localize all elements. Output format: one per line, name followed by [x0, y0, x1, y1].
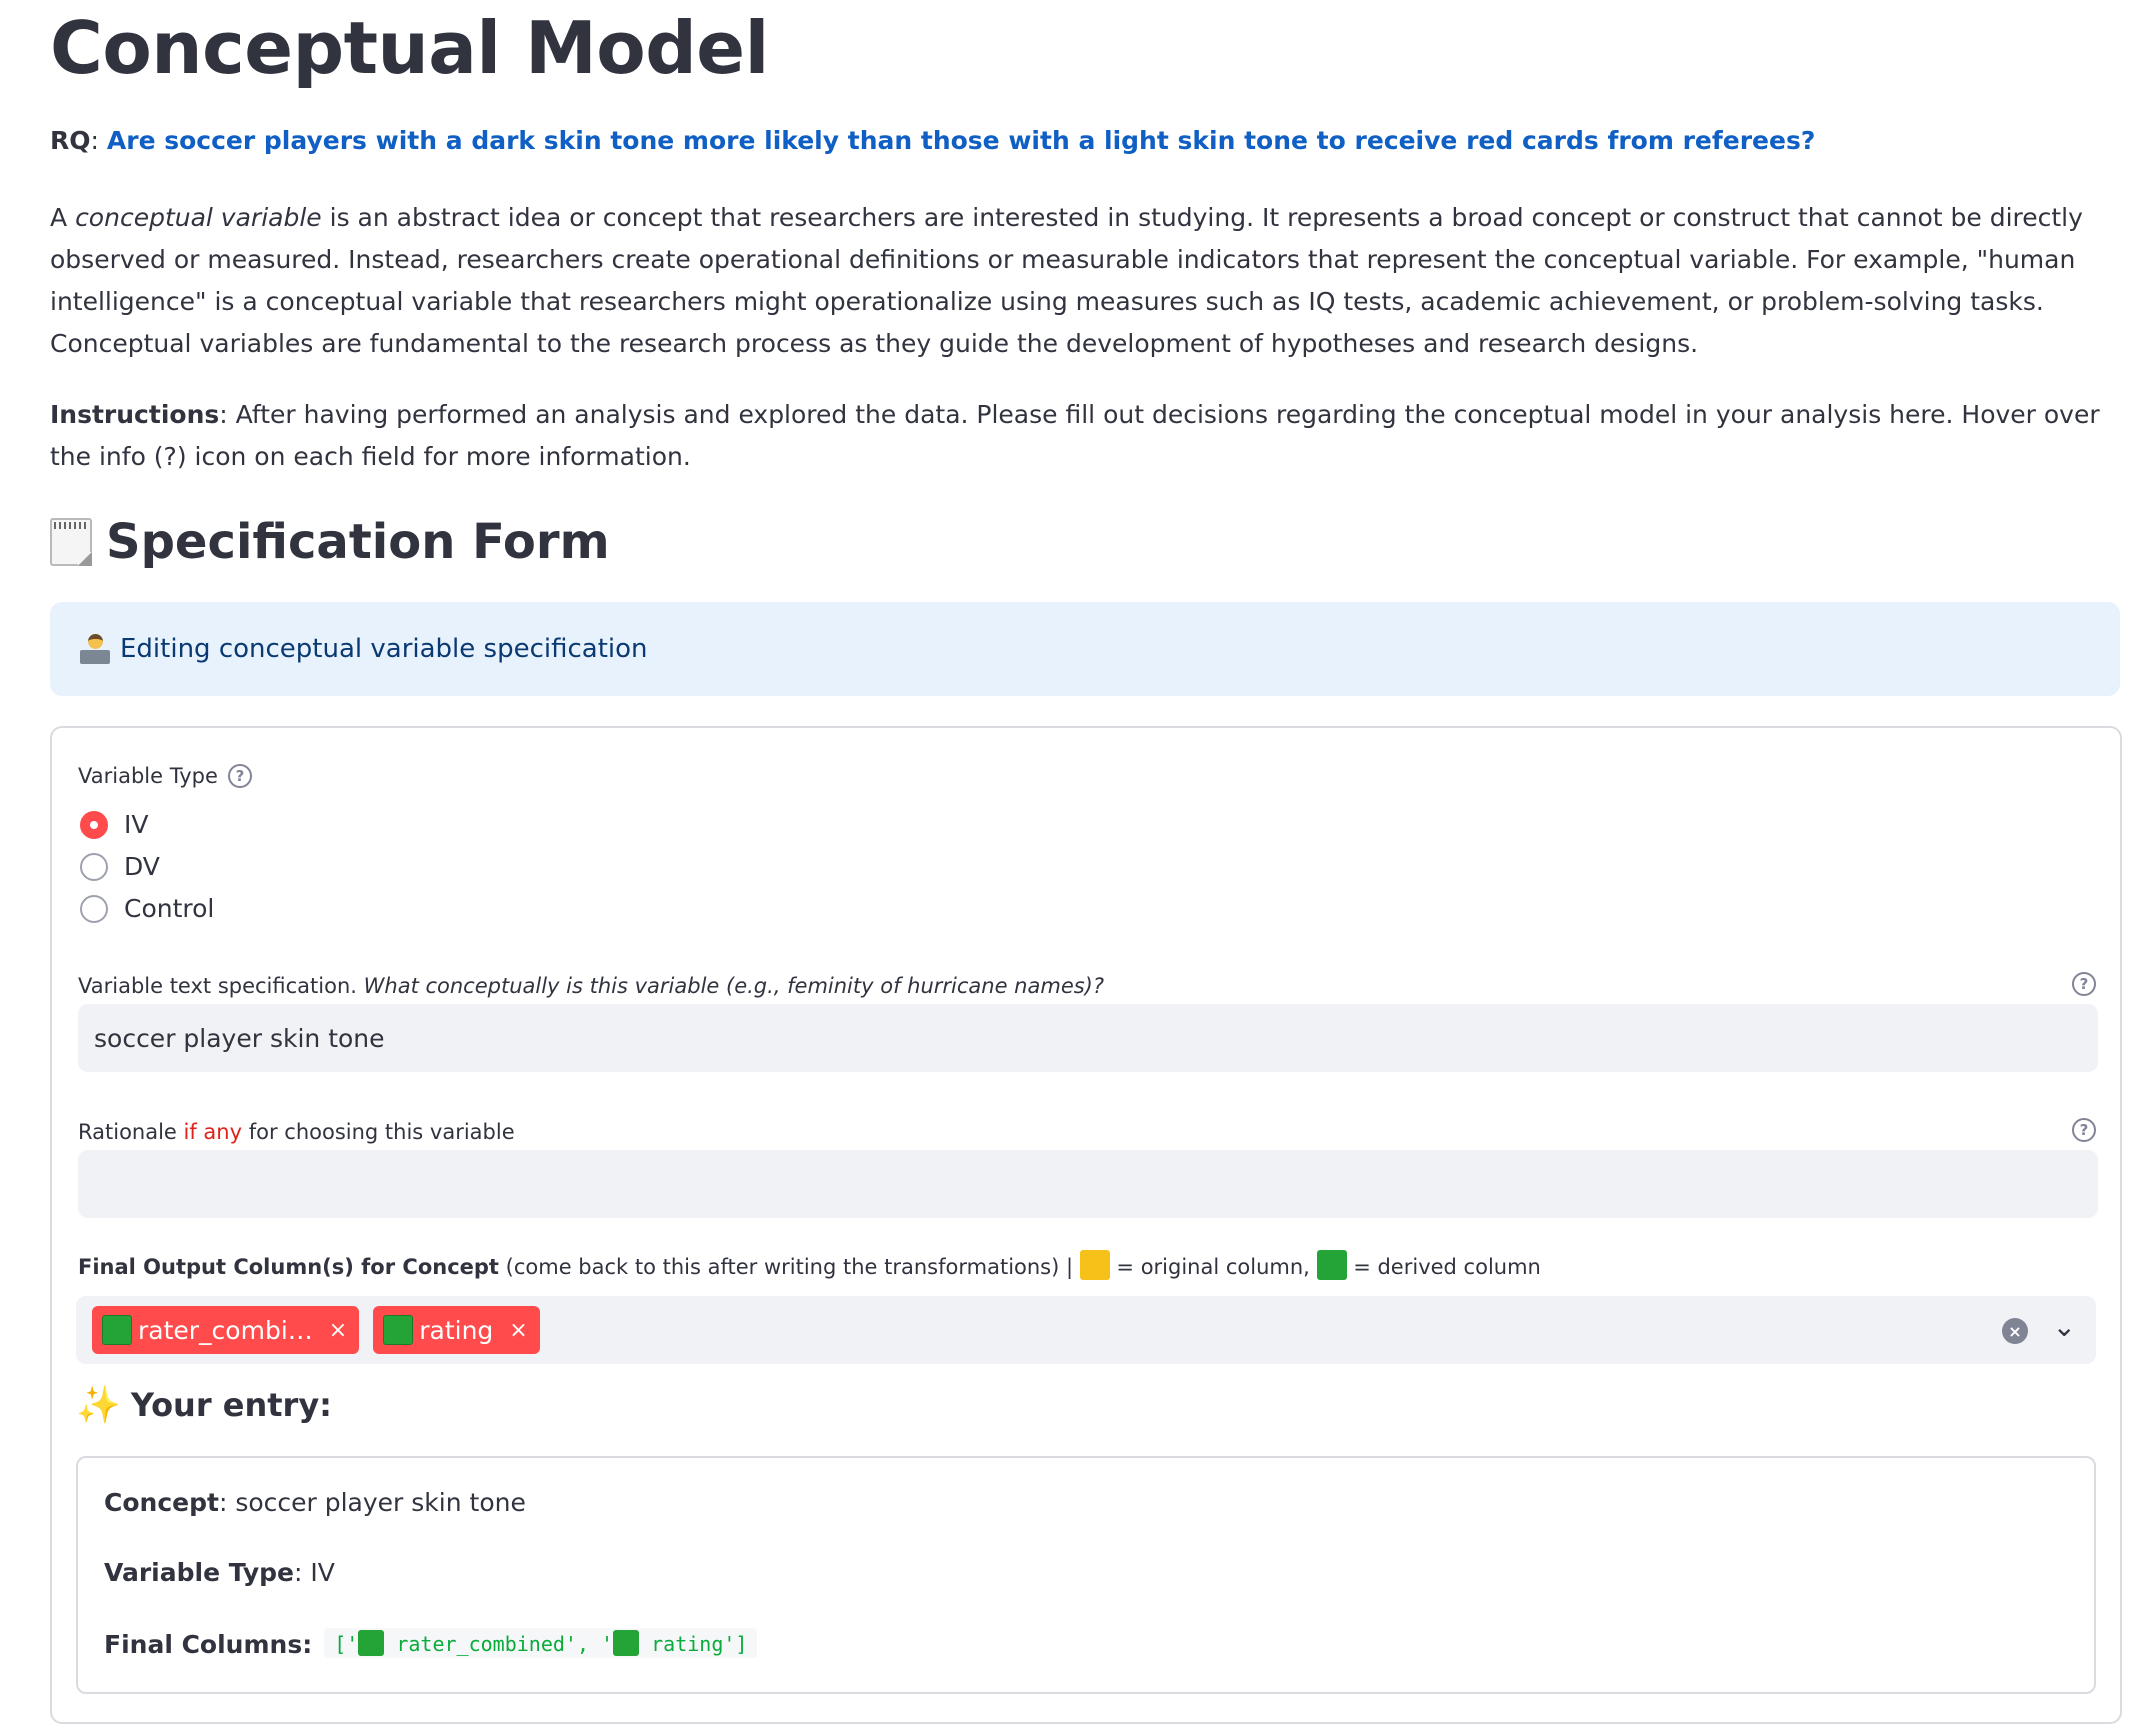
section-heading: Specification Form: [50, 514, 610, 570]
help-icon[interactable]: ?: [2072, 972, 2096, 996]
columns-label: Final Output Column(s) for Concept (come…: [78, 1250, 1541, 1280]
rationale-label-post: for choosing this variable: [242, 1120, 515, 1144]
derived-column-square-icon: [613, 1630, 640, 1656]
radio-button-selected-icon[interactable]: [80, 810, 108, 839]
entry-concept-label: Concept: [104, 1488, 219, 1517]
code-open: [': [334, 1632, 359, 1656]
rq-separator: :: [90, 126, 107, 155]
para-term: conceptual variable: [75, 203, 322, 232]
instructions-label: Instructions: [50, 400, 220, 429]
rq-question: Are soccer players with a dark skin tone…: [106, 126, 1816, 155]
section-title: Specification Form: [106, 514, 610, 570]
entry-type-label: Variable Type: [104, 1558, 294, 1587]
para-start: A: [50, 203, 76, 232]
variable-type-label: Variable Type ?: [78, 764, 252, 788]
column-tag-label: rating: [419, 1315, 494, 1345]
instructions-paragraph: Instructions: After having performed an …: [50, 394, 2120, 478]
rationale-label-emphasis: if any: [183, 1120, 243, 1144]
para-body: is an abstract idea or concept that rese…: [50, 203, 2083, 358]
help-icon[interactable]: ?: [2072, 1118, 2096, 1142]
radio-label: IV: [124, 810, 149, 839]
sparkles-icon: ✨: [76, 1385, 121, 1426]
radio-button-icon[interactable]: [80, 852, 108, 881]
entry-concept: Concept: soccer player skin tone: [104, 1488, 526, 1517]
entry-columns-label: Final Columns:: [104, 1630, 313, 1659]
entry-heading-text: Your entry:: [130, 1386, 332, 1424]
definition-paragraph: A conceptual variable is an abstract ide…: [50, 197, 2120, 365]
remove-tag-icon[interactable]: ×: [329, 1318, 347, 1343]
radio-button-icon[interactable]: [80, 894, 108, 923]
column-tag[interactable]: rating ×: [373, 1306, 540, 1354]
remove-tag-icon[interactable]: ×: [509, 1318, 527, 1343]
entry-type-value: : IV: [293, 1558, 335, 1587]
column-tag-label: rater_combi…: [138, 1315, 313, 1345]
page-title: Conceptual Model: [50, 6, 769, 90]
derived-column-square-icon: [358, 1630, 385, 1656]
rationale-input[interactable]: [78, 1150, 2098, 1218]
radio-label: DV: [124, 852, 160, 881]
code-item-1: rater_combined', ': [384, 1632, 614, 1656]
columns-legend-derived: = derived column: [1346, 1255, 1541, 1279]
columns-legend-original: = original column,: [1109, 1255, 1317, 1279]
derived-column-square-icon: [102, 1315, 132, 1345]
spiral-notepad-icon: [50, 518, 92, 566]
entry-summary: Concept: soccer player skin tone Variabl…: [76, 1456, 2096, 1694]
clear-all-icon[interactable]: ×: [2002, 1318, 2028, 1344]
column-tag[interactable]: rater_combi… ×: [92, 1306, 360, 1354]
banner-text: Editing conceptual variable specificatio…: [120, 634, 648, 664]
research-question: RQ: Are soccer players with a dark skin …: [50, 126, 1815, 155]
derived-column-square-icon: [383, 1315, 414, 1345]
rationale-label-pre: Rationale: [78, 1120, 184, 1144]
derived-column-square-icon: [1316, 1250, 1347, 1280]
rq-label: RQ: [50, 126, 91, 155]
radio-option-dv[interactable]: DV: [80, 852, 160, 881]
entry-variable-type: Variable Type: IV: [104, 1558, 335, 1587]
text-spec-label-plain: Variable text specification.: [78, 974, 364, 998]
entry-final-columns: Final Columns: [' rater_combined', ' rati…: [104, 1628, 758, 1659]
chevron-down-icon[interactable]: ⌄: [2053, 1310, 2076, 1343]
text-spec-input[interactable]: [78, 1004, 2098, 1072]
info-banner: Editing conceptual variable specificatio…: [50, 602, 2120, 696]
code-item-2: rating']: [639, 1632, 748, 1656]
radio-option-iv[interactable]: IV: [80, 810, 148, 839]
entry-columns-code: [' rater_combined', ' rating']: [324, 1628, 758, 1658]
radio-option-control[interactable]: Control: [80, 894, 214, 923]
text-spec-label: Variable text specification. What concep…: [78, 974, 1104, 998]
variable-type-label-text: Variable Type: [78, 764, 218, 788]
original-column-square-icon: [1079, 1250, 1110, 1280]
columns-label-note: (come back to this after writing the tra…: [498, 1255, 1080, 1279]
columns-label-bold: Final Output Column(s) for Concept: [78, 1255, 499, 1279]
rationale-label: Rationale if any for choosing this varia…: [78, 1120, 515, 1144]
radio-label: Control: [124, 894, 215, 923]
help-icon[interactable]: ?: [227, 764, 252, 788]
text-spec-label-hint: What conceptually is this variable (e.g.…: [363, 974, 1105, 998]
technologist-icon: [80, 634, 110, 664]
instructions-text: : After having performed an analysis and…: [50, 400, 2100, 471]
columns-multiselect[interactable]: rater_combi… × rating × × ⌄: [76, 1296, 2096, 1364]
entry-concept-value: : soccer player skin tone: [218, 1488, 526, 1517]
entry-heading: ✨ Your entry:: [76, 1384, 332, 1426]
